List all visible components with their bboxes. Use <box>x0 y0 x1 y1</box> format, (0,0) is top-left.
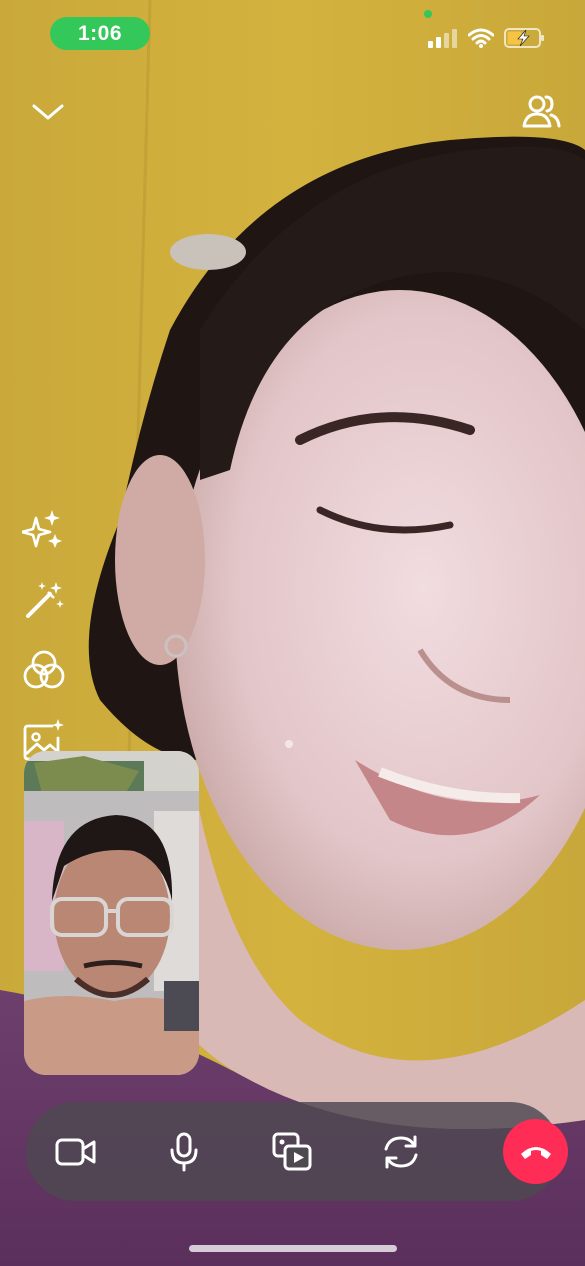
camera-toggle-button[interactable] <box>46 1122 106 1182</box>
filters-icon[interactable] <box>22 648 66 692</box>
call-controls-bar <box>26 1102 568 1201</box>
status-bar: 1:06 <box>0 0 585 70</box>
microphone-icon <box>170 1132 198 1172</box>
share-media-icon <box>272 1132 312 1171</box>
chevron-down-icon[interactable] <box>28 92 68 132</box>
status-time[interactable]: 1:06 <box>50 17 150 50</box>
flip-camera-icon <box>384 1135 418 1169</box>
self-view-video[interactable] <box>24 751 199 1075</box>
end-call-icon <box>520 1146 551 1159</box>
camera-in-use-indicator <box>424 10 432 18</box>
mute-button[interactable] <box>154 1122 214 1182</box>
camera-icon <box>55 1138 96 1166</box>
share-media-button[interactable] <box>262 1122 322 1182</box>
wifi-icon <box>468 28 494 48</box>
battery-charging-icon <box>504 28 544 48</box>
end-call-button[interactable] <box>503 1119 568 1184</box>
signal-icon <box>428 29 457 48</box>
sparkles-icon[interactable] <box>22 508 66 552</box>
flip-camera-button[interactable] <box>371 1122 431 1182</box>
participants-icon[interactable] <box>522 93 562 131</box>
magic-wand-icon[interactable] <box>22 578 66 622</box>
remote-video[interactable] <box>0 0 585 1266</box>
home-indicator[interactable] <box>189 1245 397 1252</box>
video-call-screen: 1:06 <box>0 0 585 1266</box>
